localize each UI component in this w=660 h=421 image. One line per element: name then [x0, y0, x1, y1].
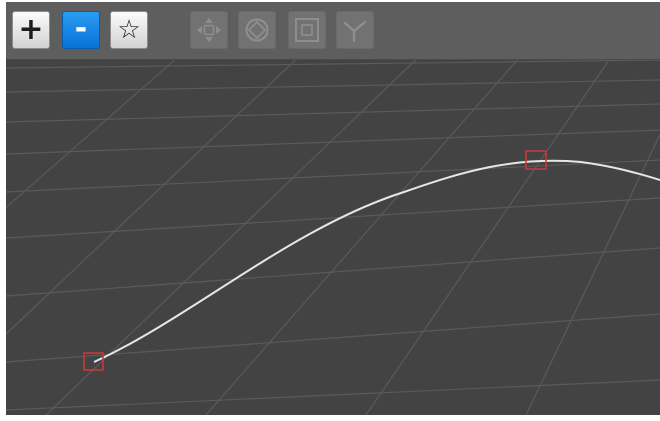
spline-curve[interactable] [93, 159, 660, 363]
spline-toolbar: + - ☆ [6, 2, 660, 60]
scale-tool-button[interactable] [288, 11, 326, 49]
minus-icon: - [74, 10, 88, 46]
star-icon: ☆ [117, 15, 141, 45]
move-tool-button[interactable] [190, 11, 228, 49]
rotate-tool-button[interactable] [238, 11, 276, 49]
scale-box-icon [295, 18, 319, 42]
perspective-grid-view[interactable] [6, 60, 660, 415]
move-arrows-icon [197, 18, 221, 42]
add-point-button[interactable]: + [12, 11, 50, 49]
ground-grid [6, 60, 660, 415]
tangent-branch-icon [343, 20, 367, 43]
rotate-icon [245, 18, 269, 42]
tangent-tool-button[interactable] [336, 11, 374, 49]
star-point-button[interactable]: ☆ [110, 11, 148, 49]
plus-icon: + [18, 12, 44, 47]
scene-viewport[interactable]: + - ☆ [6, 2, 660, 415]
remove-point-button[interactable]: - [62, 11, 100, 49]
